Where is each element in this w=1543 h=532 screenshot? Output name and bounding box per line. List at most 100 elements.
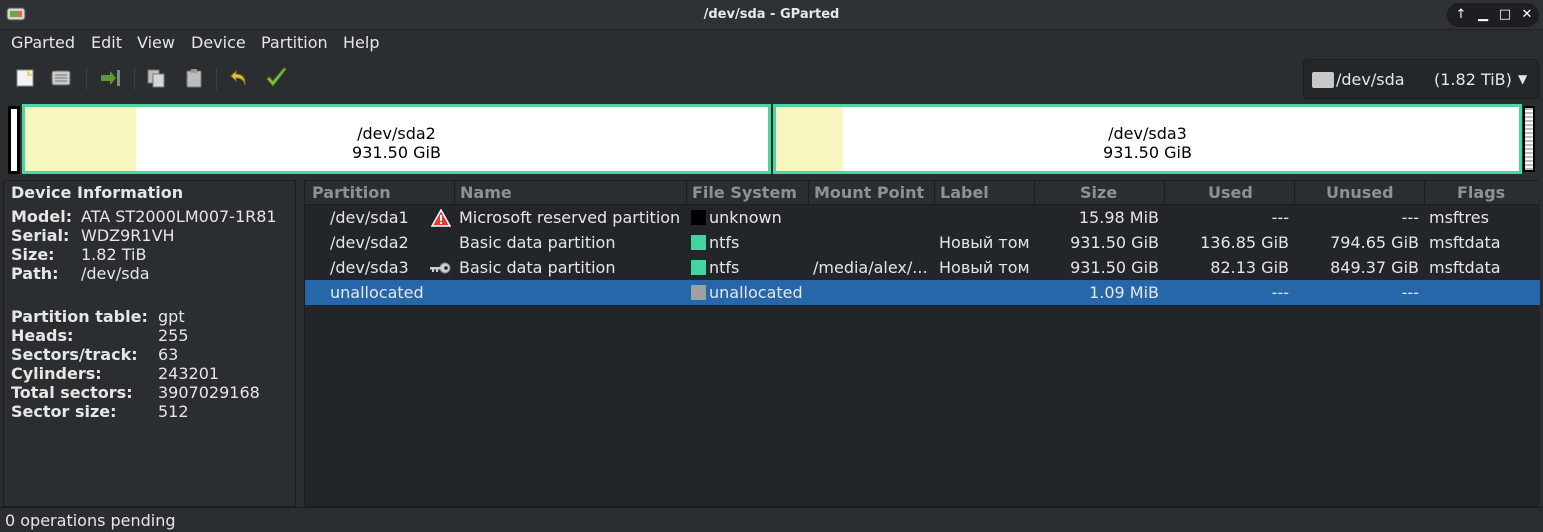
disk-map-partition-name: /dev/sda3 <box>1108 124 1187 143</box>
undo-icon[interactable] <box>225 64 253 92</box>
info-key: Sector size: <box>11 402 117 421</box>
disk-map-partition-size: 931.50 GiB <box>1103 143 1192 162</box>
status-bar: 0 operations pending <box>0 507 1543 532</box>
filesystem-color-swatch <box>691 235 706 250</box>
close-icon[interactable]: ✕ <box>1517 5 1537 25</box>
info-value: 63 <box>158 345 179 364</box>
filesystem-color-swatch <box>691 260 706 275</box>
cell-name: Basic data partition <box>459 258 616 277</box>
info-value: 512 <box>158 402 189 421</box>
cell-flags: msftres <box>1429 208 1489 227</box>
cell-file-system: ntfs <box>709 233 740 252</box>
cell-partition: unallocated <box>330 283 424 302</box>
filesystem-color-swatch <box>691 285 706 300</box>
cell-partition: /dev/sda3 <box>330 258 409 277</box>
cell-flags: msftdata <box>1429 258 1501 277</box>
table-row-selected[interactable]: unallocated unallocated 1.09 MiB --- --- <box>305 280 1540 305</box>
disk-map-unallocated[interactable] <box>1523 106 1535 172</box>
warning-icon <box>431 209 451 227</box>
info-value: /dev/sda <box>81 264 150 283</box>
cell-size: 931.50 GiB <box>1070 258 1159 277</box>
column-divider[interactable] <box>1034 181 1035 205</box>
cell-used: 82.13 GiB <box>1210 258 1289 277</box>
cell-unused: --- <box>1401 283 1419 302</box>
menu-partition[interactable]: Partition <box>261 33 328 52</box>
menu-device[interactable]: Device <box>191 33 246 52</box>
column-header-label[interactable]: Label <box>940 183 989 202</box>
menu-edit[interactable]: Edit <box>91 33 122 52</box>
toolbar: /dev/sda (1.82 TiB) ▼ <box>0 56 1543 100</box>
disk-map-sda1-sliver[interactable] <box>8 106 20 174</box>
device-selector[interactable]: /dev/sda (1.82 TiB) ▼ <box>1303 59 1539 99</box>
table-row[interactable]: /dev/sda3 Basic data partition ntfs /med… <box>305 255 1540 280</box>
column-divider[interactable] <box>454 181 455 205</box>
disk-map: /dev/sda2 931.50 GiB /dev/sda3 931.50 Gi… <box>6 104 1537 174</box>
column-divider[interactable] <box>1164 181 1165 205</box>
column-header-used[interactable]: Used <box>1208 183 1253 202</box>
cell-mount-point: /media/alex/... <box>813 258 928 277</box>
info-value: ATA ST2000LM007-1R81 <box>81 207 277 226</box>
minimize-icon[interactable]: ▁ <box>1473 5 1493 25</box>
info-key: Total sectors: <box>11 383 133 402</box>
disk-map-partition-name: /dev/sda2 <box>357 124 436 143</box>
device-selector-size: (1.82 TiB) <box>1434 70 1512 89</box>
column-header-unused[interactable]: Unused <box>1326 183 1394 202</box>
apply-icon[interactable] <box>262 64 290 92</box>
info-key: Partition table: <box>11 307 148 326</box>
info-key: Serial: <box>11 226 70 245</box>
toolbar-separator <box>134 68 135 90</box>
cell-unused: 794.65 GiB <box>1330 233 1419 252</box>
toolbar-separator <box>86 68 87 90</box>
menu-gparted[interactable]: GParted <box>11 33 75 52</box>
menu-help[interactable]: Help <box>343 33 379 52</box>
info-key: Sectors/track: <box>11 345 138 364</box>
key-icon <box>430 262 451 274</box>
partition-table: Partition Name File System Mount Point L… <box>304 180 1540 507</box>
cell-label: Новый том <box>939 258 1030 277</box>
table-row[interactable]: /dev/sda2 Basic data partition ntfs Новы… <box>305 230 1540 255</box>
paste-icon[interactable] <box>180 64 208 92</box>
disk-map-partition-sda3[interactable]: /dev/sda3 931.50 GiB <box>773 104 1522 174</box>
copy-icon[interactable] <box>142 64 170 92</box>
cell-label: Новый том <box>939 233 1030 252</box>
delete-icon[interactable] <box>47 64 75 92</box>
window-title: /dev/sda - GParted <box>703 7 840 22</box>
menu-view[interactable]: View <box>137 33 175 52</box>
column-divider[interactable] <box>1424 181 1425 205</box>
column-divider[interactable] <box>934 181 935 205</box>
device-selector-path: /dev/sda <box>1336 70 1405 89</box>
column-header-mount-point[interactable]: Mount Point <box>814 183 924 202</box>
disk-map-partition-sda2[interactable]: /dev/sda2 931.50 GiB <box>22 104 771 174</box>
chevron-down-icon: ▼ <box>1518 72 1528 86</box>
column-header-partition[interactable]: Partition <box>312 183 391 202</box>
cell-file-system: unallocated <box>709 283 803 302</box>
resize-move-icon[interactable] <box>96 64 124 92</box>
column-header-name[interactable]: Name <box>460 183 512 202</box>
info-key: Heads: <box>11 326 74 345</box>
column-divider[interactable] <box>808 181 809 205</box>
operations-pending-status: 0 operations pending <box>5 511 176 530</box>
new-icon[interactable] <box>11 64 39 92</box>
filesystem-color-swatch <box>691 210 706 225</box>
info-value: 243201 <box>158 364 220 383</box>
info-key: Cylinders: <box>11 364 102 383</box>
title-bar: /dev/sda - GParted ↑ ▁ □ ✕ <box>0 0 1543 30</box>
column-divider[interactable] <box>1294 181 1295 205</box>
column-header-size[interactable]: Size <box>1080 183 1117 202</box>
maximize-icon[interactable]: □ <box>1495 5 1515 25</box>
table-row[interactable]: /dev/sda1 Microsoft reserved partition u… <box>305 205 1540 230</box>
device-information-heading: Device Information <box>11 183 184 202</box>
column-header-file-system[interactable]: File System <box>692 183 797 202</box>
cell-used: 136.85 GiB <box>1200 233 1289 252</box>
device-information-panel: Device Information Model: ATA ST2000LM00… <box>3 180 296 507</box>
info-value: 255 <box>158 326 189 345</box>
info-value: WDZ9R1VH <box>81 226 175 245</box>
cell-used: --- <box>1271 283 1289 302</box>
keep-above-icon[interactable]: ↑ <box>1451 5 1471 25</box>
cell-file-system: ntfs <box>709 258 740 277</box>
column-divider[interactable] <box>686 181 687 205</box>
cell-size: 15.98 MiB <box>1078 208 1159 227</box>
column-header-flags[interactable]: Flags <box>1457 183 1505 202</box>
info-value: gpt <box>158 307 185 326</box>
table-header: Partition Name File System Mount Point L… <box>305 181 1540 205</box>
